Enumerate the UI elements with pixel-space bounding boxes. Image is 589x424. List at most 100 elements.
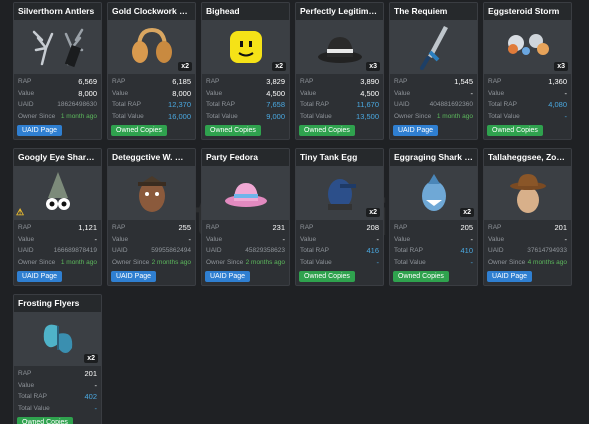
- total-rap-row: Total RAP 11,670: [300, 99, 379, 111]
- uaid-label: UAID: [206, 247, 222, 254]
- item-name[interactable]: Perfectly Legitimate Business Hat: [296, 3, 383, 20]
- item-stats: RAP 205 Value - Total RAP 410 Total Value -: [390, 220, 477, 268]
- item-name[interactable]: Googly Eye Shark Hat: [14, 149, 101, 166]
- uaid-label: UAID: [394, 101, 410, 108]
- item-thumbnail[interactable]: [484, 166, 571, 220]
- rap-row: RAP 231: [206, 222, 285, 234]
- owner-since-row: Owner Since 2 months ago: [206, 257, 285, 269]
- owned-copies-button[interactable]: Owned Copies: [299, 271, 355, 282]
- total-value-value: -: [564, 111, 568, 121]
- owned-copies-button[interactable]: Owned Copies: [393, 271, 449, 282]
- total-value-row: Total Value 13,500: [300, 111, 379, 123]
- rap-label: RAP: [18, 224, 32, 231]
- rap-label: RAP: [206, 224, 220, 231]
- item-stats: RAP 6,569 Value 8,000 UAID 18626498630 Owner S…: [14, 74, 101, 122]
- uaid-page-button[interactable]: UAID Page: [205, 271, 251, 282]
- uaid-value: 404881692360: [429, 101, 473, 108]
- item-name[interactable]: Eggraging Shark of the Deep: [390, 149, 477, 166]
- item-card: Gold Clockwork Headphones x2 RAP 6,185 Value…: [107, 2, 196, 140]
- owned-copies-button[interactable]: Owned Copies: [299, 125, 355, 136]
- total-rap-label: Total RAP: [488, 101, 517, 108]
- value-value: -: [470, 88, 474, 98]
- item-name[interactable]: Gold Clockwork Headphones: [108, 3, 195, 20]
- quantity-badge: x3: [366, 62, 380, 71]
- owner-since-row: Owner Since 1 month ago: [18, 111, 97, 123]
- value-row: Value 4,500: [206, 88, 285, 100]
- owned-copies-button[interactable]: Owned Copies: [205, 125, 261, 136]
- rap-value: 231: [272, 223, 285, 232]
- total-rap-row: Total RAP 410: [394, 245, 473, 257]
- quantity-badge: x3: [554, 62, 568, 71]
- headphones-icon: [129, 24, 175, 70]
- value-label: Value: [488, 89, 505, 97]
- rap-label: RAP: [300, 78, 314, 85]
- item-thumbnail[interactable]: x2: [14, 312, 101, 366]
- uaid-page-button[interactable]: UAID Page: [17, 271, 63, 282]
- item-thumbnail[interactable]: x3: [296, 20, 383, 74]
- uaid-page-button[interactable]: UAID Page: [17, 125, 63, 136]
- total-rap-label: Total RAP: [300, 247, 329, 254]
- item-thumbnail[interactable]: [390, 20, 477, 74]
- item-card: The Requiem RAP 1,545 Value - UAID 40488169236…: [389, 2, 478, 140]
- item-thumbnail[interactable]: [202, 166, 289, 220]
- uaid-page-button[interactable]: UAID Page: [393, 125, 439, 136]
- total-value-value: 9,000: [266, 111, 285, 121]
- rap-value: 3,890: [360, 77, 379, 86]
- item-thumbnail[interactable]: x2: [390, 166, 477, 220]
- item-thumbnail[interactable]: x2: [296, 166, 383, 220]
- rap-label: RAP: [394, 224, 408, 231]
- item-name[interactable]: The Requiem: [390, 3, 477, 20]
- wings-icon: [38, 316, 78, 362]
- rap-value: 6,569: [78, 77, 97, 86]
- rap-row: RAP 6,185: [112, 76, 191, 88]
- value-row: Value -: [206, 234, 285, 246]
- rap-label: RAP: [394, 78, 408, 85]
- total-rap-value: 410: [460, 246, 473, 255]
- owned-copies-button[interactable]: Owned Copies: [111, 125, 167, 136]
- owner-since-value: 1 month ago: [60, 258, 97, 266]
- uaid-label: UAID: [488, 247, 504, 254]
- item-name[interactable]: Tallaheggsee, Zombie Hunter: [484, 149, 571, 166]
- rap-row: RAP 1,360: [488, 76, 567, 88]
- total-rap-row: Total RAP 12,370: [112, 99, 191, 111]
- item-name[interactable]: Frosting Flyers: [14, 295, 101, 312]
- value-row: Value -: [18, 380, 97, 392]
- uaid-page-button[interactable]: UAID Page: [487, 271, 533, 282]
- item-stats: RAP 231 Value - UAID 45829358623 Owner Since 2 …: [202, 220, 289, 268]
- item-name[interactable]: Silverthorn Antlers: [14, 3, 101, 20]
- uaid-row: UAID 166689878419: [18, 245, 97, 257]
- uaid-row: UAID 37614794933: [488, 245, 567, 257]
- item-card: Eggraging Shark of the Deep x2 RAP 205 Value…: [389, 148, 478, 286]
- quantity-badge: x2: [178, 62, 192, 71]
- item-name[interactable]: Tiny Tank Egg: [296, 149, 383, 166]
- uaid-value: 37614794933: [527, 247, 567, 254]
- item-stats: RAP 3,890 Value 4,500 Total RAP 11,670 Total V…: [296, 74, 383, 122]
- total-rap-value: 12,370: [168, 100, 191, 109]
- item-thumbnail[interactable]: [14, 20, 101, 74]
- item-name[interactable]: Deteggctive W. Wolf: [108, 149, 195, 166]
- uaid-label: UAID: [18, 101, 34, 108]
- uaid-page-button[interactable]: UAID Page: [111, 271, 157, 282]
- item-name[interactable]: Eggsteroid Storm: [484, 3, 571, 20]
- value-row: Value -: [394, 88, 473, 100]
- item-name[interactable]: Bighead: [202, 3, 289, 20]
- rap-value: 6,185: [172, 77, 191, 86]
- item-thumbnail[interactable]: x2: [202, 20, 289, 74]
- uaid-value: 18626498630: [57, 101, 97, 108]
- item-card: Tiny Tank Egg x2 RAP 208 Value - Total RAP 416 T…: [295, 148, 384, 286]
- item-card: Silverthorn Antlers RAP 6,569 Value 8,000 UAI…: [13, 2, 102, 140]
- item-thumbnail[interactable]: [108, 166, 195, 220]
- item-card: Googly Eye Shark Hat ⚠ RAP 1,121 Value - UAID 1…: [13, 148, 102, 286]
- item-thumbnail[interactable]: x2: [108, 20, 195, 74]
- item-stats: RAP 1,360 Value - Total RAP 4,080 Total Value -: [484, 74, 571, 122]
- total-rap-value: 11,670: [356, 100, 379, 109]
- owned-copies-button[interactable]: Owned Copies: [17, 417, 73, 424]
- item-name[interactable]: Party Fedora: [202, 149, 289, 166]
- item-thumbnail[interactable]: x3: [484, 20, 571, 74]
- rap-value: 1,545: [454, 77, 473, 86]
- item-thumbnail[interactable]: ⚠: [14, 166, 101, 220]
- owner-since-value: 1 month ago: [60, 112, 97, 120]
- owned-copies-button[interactable]: Owned Copies: [487, 125, 543, 136]
- rap-row: RAP 1,545: [394, 76, 473, 88]
- value-value: -: [470, 234, 474, 244]
